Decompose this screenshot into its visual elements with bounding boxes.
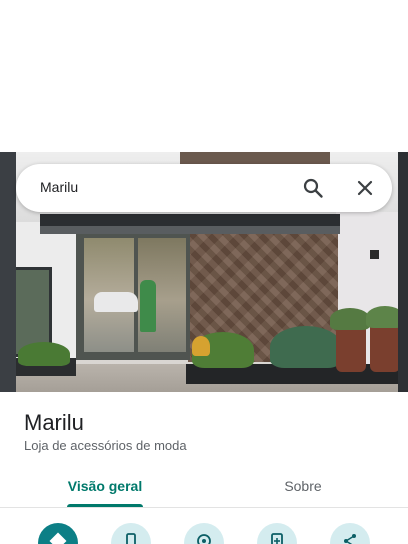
location-icon <box>197 534 211 544</box>
phone-icon <box>126 533 136 544</box>
place-category: Loja de acessórios de moda <box>24 438 187 453</box>
search-icon[interactable] <box>302 177 324 199</box>
location-button[interactable] <box>184 523 224 544</box>
tab-about-label: Sobre <box>284 478 322 494</box>
share-button[interactable] <box>330 523 370 544</box>
directions-button[interactable] <box>38 523 78 544</box>
search-bar[interactable]: Marilu <box>16 164 392 212</box>
call-button[interactable] <box>111 523 151 544</box>
wall-lamp <box>370 250 379 259</box>
search-input[interactable]: Marilu <box>40 179 78 195</box>
plant-pot <box>370 324 400 372</box>
plant-pot <box>336 324 366 372</box>
close-icon[interactable] <box>354 177 376 199</box>
awning <box>40 214 340 226</box>
mannequin <box>140 280 156 332</box>
action-buttons <box>0 512 408 544</box>
save-icon <box>271 533 283 544</box>
active-tab-indicator <box>67 504 143 507</box>
tab-about[interactable]: Sobre <box>198 468 408 508</box>
save-button[interactable] <box>257 523 297 544</box>
blank-area <box>0 0 408 152</box>
place-title: Marilu <box>24 410 84 435</box>
share-icon <box>344 534 356 544</box>
tab-overview-label: Visão geral <box>67 478 143 494</box>
storefront-sign <box>180 152 330 164</box>
tab-overview[interactable]: Visão geral <box>0 468 210 508</box>
directions-icon <box>49 532 67 544</box>
tab-bar: Visão geral Sobre <box>0 468 408 508</box>
car-reflection <box>94 292 138 312</box>
